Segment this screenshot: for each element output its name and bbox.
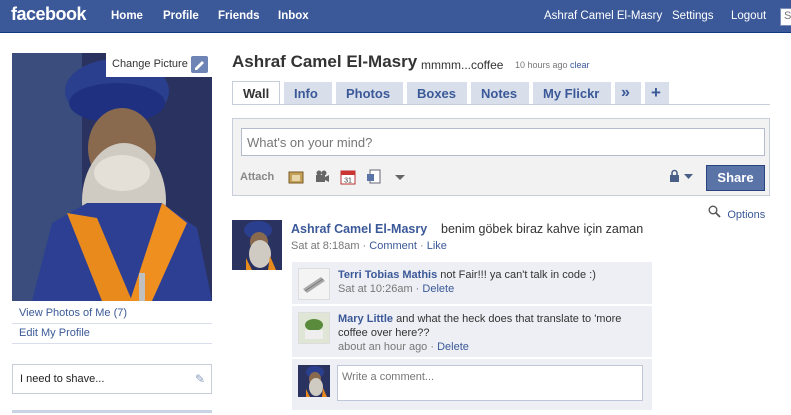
left-status-text: I need to shave...: [20, 373, 105, 385]
comment-author-link[interactable]: Terri Tobias Mathis: [338, 269, 437, 281]
attach-label: Attach: [240, 171, 275, 183]
profile-status: mmmm...coffee: [421, 58, 504, 72]
change-picture-label: Change Picture: [112, 58, 188, 70]
post-time: Sat at 8:18am: [291, 240, 360, 252]
change-picture-button[interactable]: Change Picture: [106, 53, 212, 77]
video-icon[interactable]: [314, 169, 330, 185]
chevron-down-icon[interactable]: [392, 169, 408, 185]
tab-notes[interactable]: Notes: [471, 82, 529, 104]
nav-friends[interactable]: Friends: [218, 10, 260, 22]
comment-author-link[interactable]: Mary Little: [338, 313, 393, 325]
post-avatar[interactable]: [232, 220, 282, 270]
left-status-box[interactable]: I need to shave... ✎: [12, 364, 212, 394]
status-clear-link[interactable]: clear: [570, 60, 590, 70]
nav-profile[interactable]: Profile: [163, 10, 199, 22]
post-meta: Sat at 8:18am · Comment · Like: [291, 240, 447, 252]
pencil-icon: [191, 56, 208, 73]
search-icon: [708, 205, 724, 221]
comment-body: Terri Tobias Mathis not Fair!!! ya can't…: [338, 269, 596, 295]
comment-composer-avatar: [298, 365, 330, 397]
delete-comment-link[interactable]: Delete: [422, 283, 454, 295]
edit-profile-link[interactable]: Edit My Profile: [12, 324, 212, 344]
privacy-lock-icon[interactable]: [669, 169, 695, 186]
tab-boxes[interactable]: Boxes: [407, 82, 467, 104]
post-author-link[interactable]: Ashraf Camel El-Masry: [291, 222, 427, 236]
event-icon[interactable]: 31: [340, 169, 356, 185]
divider: [12, 410, 212, 413]
link-icon[interactable]: [366, 169, 382, 185]
nav-settings[interactable]: Settings: [672, 10, 714, 22]
nav-user-name[interactable]: Ashraf Camel El-Masry: [544, 10, 662, 22]
comment-avatar[interactable]: [298, 312, 330, 344]
comment-avatar[interactable]: [298, 268, 330, 300]
top-bar: facebook Home Profile Friends Inbox Ashr…: [0, 0, 791, 33]
comment-link[interactable]: Comment: [369, 240, 417, 252]
nav-home[interactable]: Home: [111, 10, 143, 22]
nav-logout[interactable]: Logout: [731, 10, 766, 22]
like-link[interactable]: Like: [427, 240, 447, 252]
profile-name: Ashraf Camel El-Masry: [232, 52, 418, 71]
tabs-divider: [232, 104, 770, 105]
status-input[interactable]: What's on your mind?: [241, 128, 765, 156]
post-text: benim göbek biraz kahve için zaman: [441, 222, 644, 236]
tab-info[interactable]: Info: [284, 82, 332, 104]
comment-time: Sat at 10:26am: [338, 283, 413, 295]
publisher: What's on your mind? Attach 31 Share: [232, 118, 770, 196]
tab-wall[interactable]: Wall: [232, 81, 280, 105]
comment-item: Terri Tobias Mathis not Fair!!! ya can't…: [292, 262, 652, 305]
comment-item: Mary Little and what the heck does that …: [292, 306, 652, 358]
options-link[interactable]: Options: [708, 205, 765, 221]
tab-add-button[interactable]: +: [645, 82, 669, 104]
delete-comment-link[interactable]: Delete: [437, 341, 469, 353]
photo-icon[interactable]: [288, 169, 304, 185]
comment-text: not Fair!!! ya can't talk in code :): [440, 269, 596, 281]
options-label: Options: [727, 209, 766, 221]
tab-more-button[interactable]: »: [615, 82, 641, 104]
tab-my-flickr[interactable]: My Flickr: [533, 82, 611, 104]
status-time: 10 hours ago: [515, 60, 568, 70]
search-input[interactable]: S: [780, 8, 791, 26]
nav-inbox[interactable]: Inbox: [278, 10, 309, 22]
comment-time: about an hour ago: [338, 341, 428, 353]
tab-photos[interactable]: Photos: [336, 82, 403, 104]
share-button[interactable]: Share: [706, 165, 765, 191]
facebook-logo[interactable]: facebook: [11, 4, 87, 25]
profile-picture[interactable]: [12, 53, 212, 301]
view-photos-link[interactable]: View Photos of Me (7): [12, 304, 212, 324]
pencil-icon: ✎: [194, 372, 205, 386]
comment-body: Mary Little and what the heck does that …: [338, 313, 622, 353]
svg-text:31: 31: [344, 178, 352, 185]
profile-photo-image: [12, 53, 212, 301]
comment-input[interactable]: Write a comment...: [337, 365, 643, 401]
